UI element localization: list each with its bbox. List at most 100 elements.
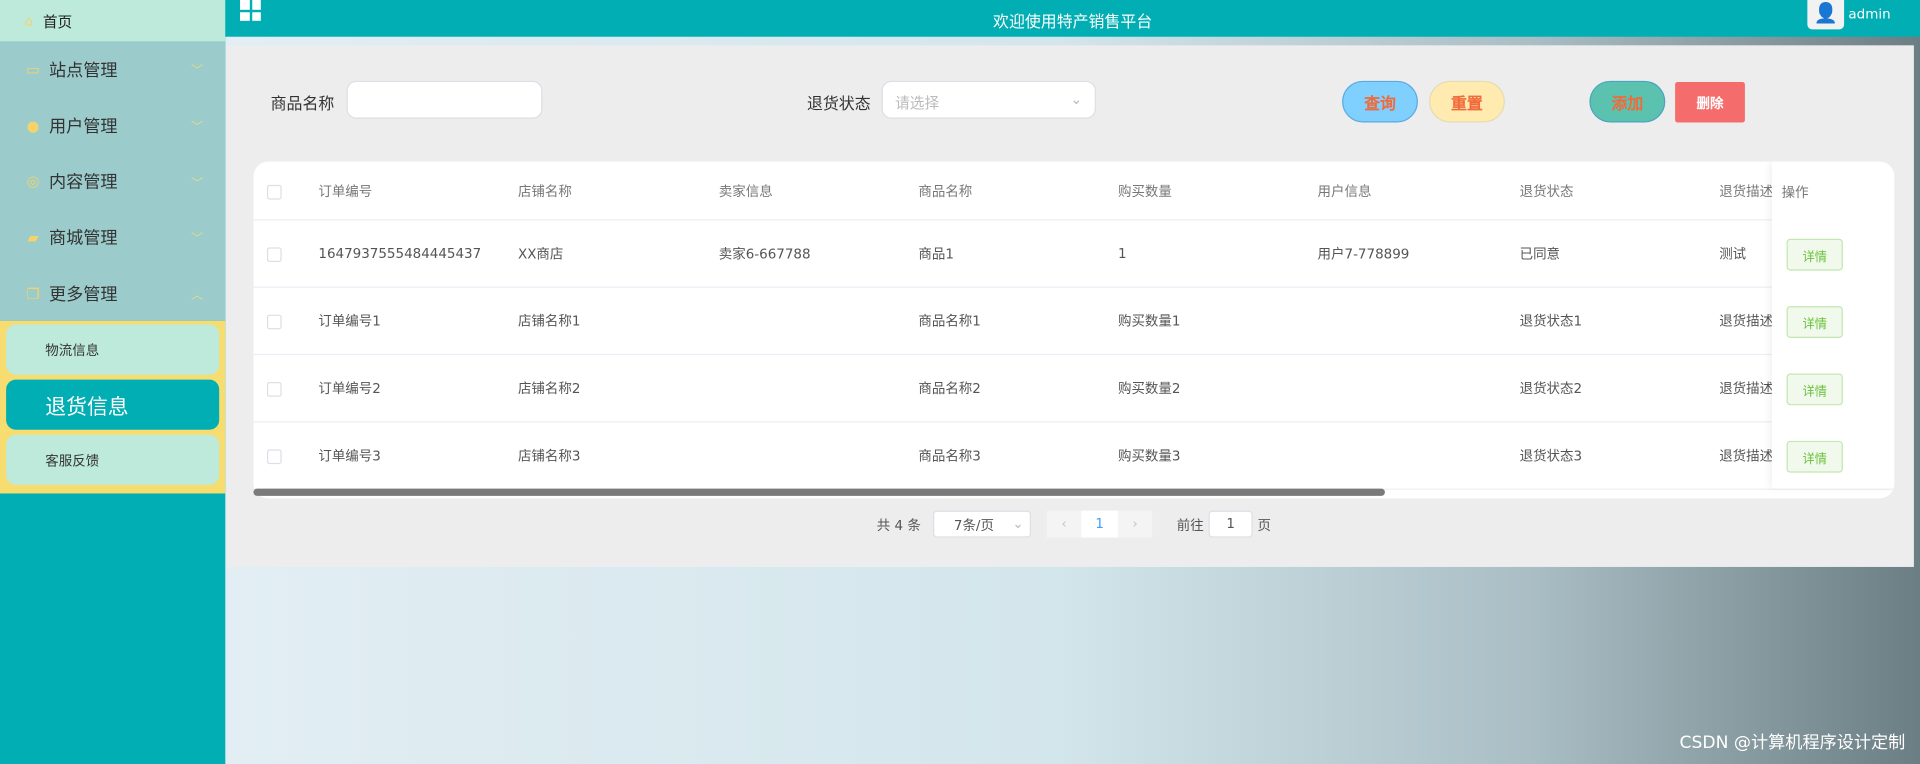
- table-cell: 卖家6-667788: [718, 246, 811, 263]
- username[interactable]: admin: [1848, 6, 1890, 22]
- column-header: 卖家信息: [718, 183, 773, 199]
- sidebar-item-home[interactable]: ⌂ 首页: [0, 0, 226, 42]
- return-status-select[interactable]: 请选择 ⌄: [881, 80, 1096, 119]
- copy-icon: ❐: [26, 284, 40, 302]
- column-header: 用户信息: [1317, 183, 1372, 199]
- table-cell: 1: [1117, 245, 1127, 262]
- table-cell: 商品名称2: [918, 380, 981, 397]
- top-header: 欢迎使用特产销售平台 👤 admin: [225, 0, 1920, 37]
- sidebar: ⌂ 首页 ▭ 站点管理 ﹀ ● 用户管理 ﹀ ◎ 内容管理 ﹀ ▰ 商城管理 ﹀ ❐ 更多管理 ︿ 物流信息退…: [0, 0, 226, 764]
- column-header: 退货状态: [1519, 183, 1574, 199]
- submenu-more: 物流信息 退货信息 客服反馈: [0, 321, 226, 495]
- select-all-checkbox[interactable]: [266, 184, 282, 199]
- watermark: CSDN @计算机程序设计定制: [1679, 733, 1906, 754]
- page-size-value: 7条/页: [953, 517, 994, 534]
- column-header: 操作: [1781, 184, 1809, 201]
- column-header: 商品名称: [918, 183, 973, 199]
- table-cell: 退货状态3: [1519, 448, 1583, 465]
- table-cell: 订单编号2: [318, 380, 381, 397]
- sidebar-subitem[interactable]: 物流信息: [6, 325, 220, 376]
- sidebar-item-label: 用户管理: [48, 116, 118, 137]
- chevron-up-icon: ︿: [191, 289, 204, 303]
- next-page-button[interactable]: ›: [1117, 510, 1153, 538]
- horizontal-scrollbar[interactable]: [253, 488, 1385, 496]
- table-cell: 退货状态1: [1519, 313, 1583, 330]
- sidebar-subitem[interactable]: 客服反馈: [6, 435, 220, 486]
- table-cell: 1647937555484445437: [318, 245, 482, 262]
- sidebar-item-menu[interactable]: ❐ 更多管理 ︿: [0, 265, 225, 321]
- table-cell: 商品名称3: [918, 448, 981, 465]
- operations-column: 操作 详情 详情 详情 详情: [1771, 161, 1895, 489]
- page-suffix: 页: [1257, 517, 1272, 534]
- page-header-title: 欢迎使用特产销售平台: [993, 13, 1153, 32]
- table-cell: 退货描述: [1719, 380, 1774, 397]
- chevron-down-icon: ⌄: [1012, 515, 1024, 532]
- table-row: 1647937555484445437 XX商店 卖家6-667788 商品1 1 用户7…: [253, 220, 1895, 288]
- sidebar-item-label: 商城管理: [48, 228, 118, 249]
- pagination-total: 共 4 条: [876, 517, 921, 534]
- detail-button[interactable]: 详情: [1786, 306, 1843, 338]
- table-cell: 商品名称1: [918, 313, 981, 330]
- add-button[interactable]: 添加: [1589, 80, 1666, 123]
- sidebar-item-label: 首页: [42, 12, 73, 31]
- detail-button[interactable]: 详情: [1786, 440, 1843, 473]
- sidebar-item-label: 更多管理: [48, 284, 118, 305]
- table-cell: 店铺名称3: [517, 448, 581, 465]
- page-size-select[interactable]: 7条/页 ⌄: [933, 510, 1032, 538]
- table-cell: 商品1: [918, 246, 954, 263]
- sidebar-menu: ▭ 站点管理 ﹀ ● 用户管理 ﹀ ◎ 内容管理 ﹀ ▰ 商城管理 ﹀ ❐ 更多管理 ︿: [0, 41, 226, 322]
- table-cell: XX商店: [517, 246, 564, 263]
- sidebar-item-menu[interactable]: ◎ 内容管理 ﹀: [0, 154, 225, 210]
- table-cell: 已同意: [1519, 246, 1561, 263]
- table-cell: 退货状态2: [1519, 380, 1583, 397]
- delete-button[interactable]: 删除: [1675, 82, 1745, 123]
- column-header: 退货描述: [1719, 183, 1774, 199]
- table-header-row: 订单编号 店铺名称 卖家信息 商品名称 购买数量 用户信息 退货状态 退货描述: [253, 162, 1895, 221]
- reset-button[interactable]: 重置: [1428, 80, 1505, 123]
- user-icon: ●: [26, 116, 40, 135]
- app: ⌂ 首页 ▭ 站点管理 ﹀ ● 用户管理 ﹀ ◎ 内容管理 ﹀ ▰ 商城管理 ﹀ ❐ 更多管理 ︿ 物流信息退…: [0, 0, 1920, 764]
- table-cell: 订单编号3: [318, 448, 381, 465]
- column-header: 购买数量: [1117, 183, 1172, 199]
- table-cell: 退货描述: [1719, 313, 1774, 330]
- chevron-down-icon: ⌄: [1070, 90, 1083, 108]
- product-name-input[interactable]: [346, 80, 543, 119]
- row-checkbox[interactable]: [266, 449, 282, 465]
- chevron-down-icon: ﹀: [191, 177, 204, 191]
- row-checkbox[interactable]: [266, 247, 282, 263]
- sidebar-item-menu[interactable]: ▰ 商城管理 ﹀: [0, 209, 225, 265]
- sidebar-subitem[interactable]: 退货信息: [6, 380, 220, 431]
- row-checkbox[interactable]: [266, 314, 282, 330]
- detail-button[interactable]: 详情: [1786, 373, 1843, 406]
- returns-table: 订单编号 店铺名称 卖家信息 商品名称 购买数量 用户信息 退货状态 退货描述 16479375…: [253, 161, 1895, 499]
- chevron-down-icon: ﹀: [191, 65, 204, 79]
- sidebar-item-menu[interactable]: ▭ 站点管理 ﹀: [0, 42, 225, 98]
- goto-page-input[interactable]: 1: [1208, 510, 1253, 538]
- product-name-label: 商品名称: [270, 95, 335, 114]
- sidebar-item-menu[interactable]: ● 用户管理 ﹀: [0, 98, 225, 154]
- goto-label: 前往: [1176, 517, 1204, 534]
- table-row: 订单编号3 店铺名称3 商品名称3 购买数量3 退货状态3 退货描述: [253, 422, 1895, 490]
- table-row: 订单编号1 店铺名称1 商品名称1 购买数量1 退货状态1 退货描述: [253, 288, 1895, 356]
- avatar[interactable]: 👤: [1807, 0, 1845, 30]
- column-header: 订单编号: [318, 183, 373, 199]
- home-icon: ⌂: [24, 12, 34, 29]
- page-1-button[interactable]: 1: [1081, 510, 1118, 538]
- table-cell: 购买数量1: [1117, 313, 1181, 330]
- query-button[interactable]: 查询: [1342, 80, 1418, 123]
- row-checkbox[interactable]: [266, 382, 282, 397]
- chevron-down-icon: ﹀: [191, 121, 204, 135]
- sidebar-item-label: 内容管理: [48, 172, 118, 193]
- table-cell: 购买数量2: [1117, 380, 1181, 397]
- table-cell: 购买数量3: [1117, 448, 1181, 465]
- table-cell: 退货描述: [1719, 448, 1774, 465]
- detail-button[interactable]: 详情: [1786, 238, 1843, 271]
- main-panel: 商品名称 退货状态 请选择 ⌄ 查询 重置 添加 删除 订单编号 店铺名称 卖家信息商…: [226, 45, 1914, 567]
- chat-icon: ◎: [26, 172, 40, 191]
- prev-page-button[interactable]: ‹: [1046, 510, 1082, 538]
- chevron-down-icon: ﹀: [191, 233, 204, 247]
- return-status-label: 退货状态: [806, 95, 871, 114]
- sidebar-item-label: 站点管理: [48, 61, 118, 81]
- table-cell: 用户7-778899: [1317, 246, 1410, 263]
- table-cell: 订单编号1: [318, 313, 381, 330]
